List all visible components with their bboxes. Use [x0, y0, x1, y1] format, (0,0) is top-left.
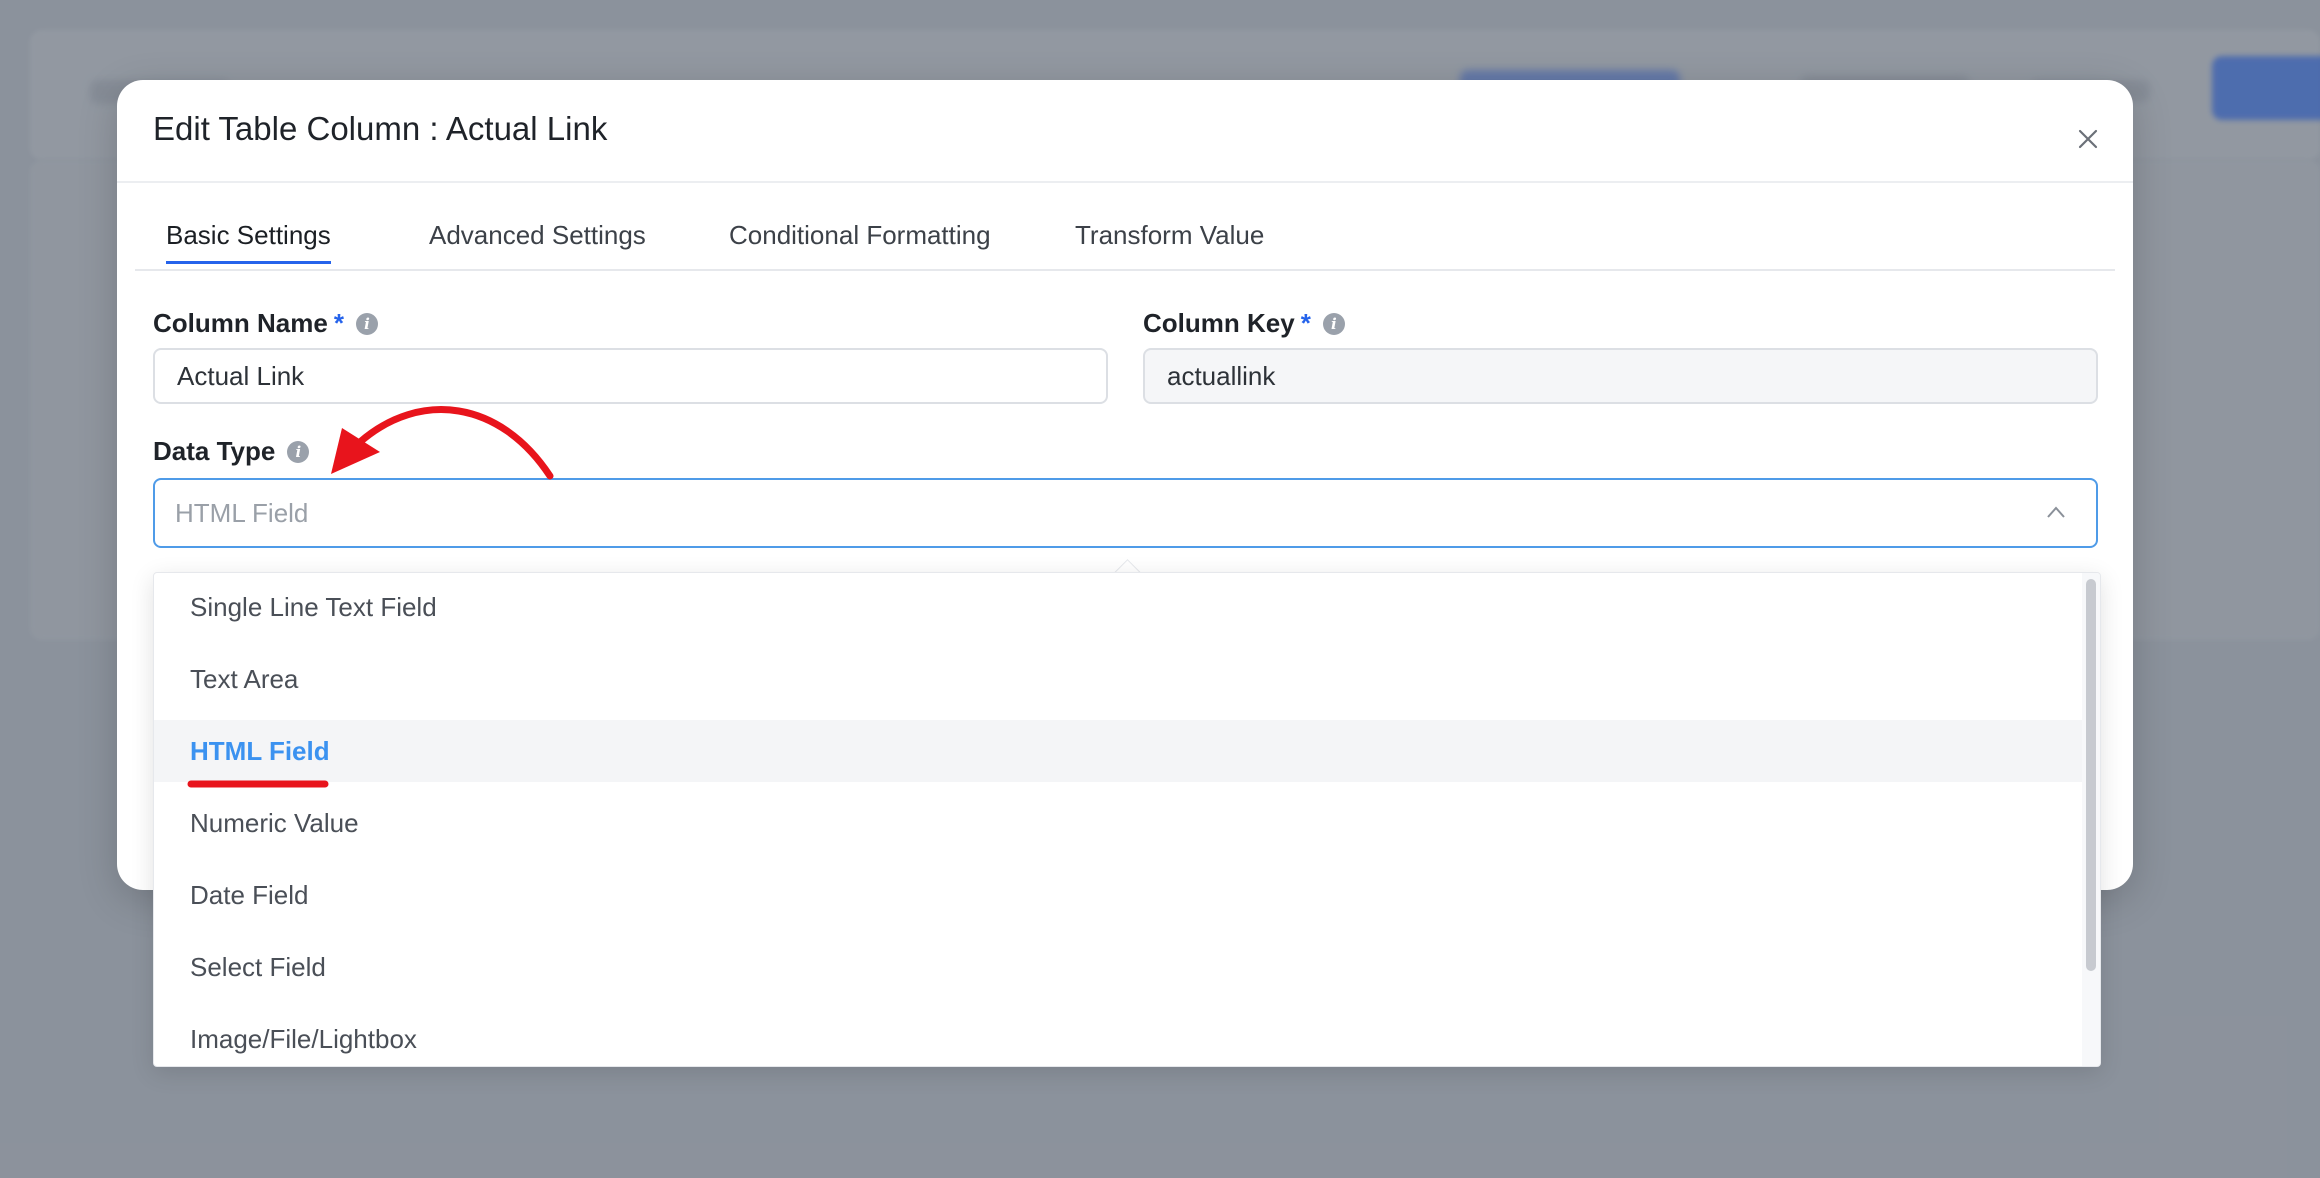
data-type-select[interactable]: HTML Field: [153, 478, 2098, 548]
data-type-selected-value: HTML Field: [175, 497, 309, 528]
info-icon[interactable]: i: [287, 440, 310, 463]
tab-divider: [135, 269, 2115, 271]
tab-transform-value[interactable]: Transform Value: [1075, 220, 1264, 251]
required-mark: *: [333, 308, 344, 338]
column-name-label: Column Name: [153, 308, 328, 338]
dropdown-scrollbar[interactable]: [2082, 573, 2100, 1066]
tab-bar: Basic Settings Advanced Settings Conditi…: [135, 80, 2115, 271]
info-icon[interactable]: i: [1322, 312, 1345, 335]
column-name-input[interactable]: Actual Link: [153, 348, 1108, 404]
chevron-up-icon: [2047, 506, 2065, 518]
dropdown-scroll-thumb[interactable]: [2086, 579, 2096, 971]
column-name-label-group: Column Name * i: [153, 308, 378, 339]
required-mark: *: [1300, 308, 1311, 338]
info-icon[interactable]: i: [355, 312, 378, 335]
option-text-area[interactable]: Text Area: [154, 648, 2082, 710]
column-key-label: Column Key: [1143, 308, 1295, 338]
data-type-dropdown: Single Line Text Field Text Area HTML Fi…: [153, 572, 2101, 1067]
tab-advanced-settings[interactable]: Advanced Settings: [429, 220, 646, 251]
data-type-label-group: Data Type i: [153, 436, 310, 467]
option-image-file-lightbox[interactable]: Image/File/Lightbox: [154, 1008, 2082, 1066]
option-select-field[interactable]: Select Field: [154, 936, 2082, 998]
option-single-line-text[interactable]: Single Line Text Field: [154, 576, 2082, 638]
option-numeric-value[interactable]: Numeric Value: [154, 792, 2082, 854]
option-html-field[interactable]: HTML Field: [154, 720, 2082, 782]
option-date-field[interactable]: Date Field: [154, 864, 2082, 926]
tab-basic-settings[interactable]: Basic Settings: [166, 220, 331, 264]
data-type-label: Data Type: [153, 436, 276, 466]
column-key-input[interactable]: actuallink: [1143, 348, 2098, 404]
tab-conditional-formatting[interactable]: Conditional Formatting: [729, 220, 991, 251]
column-key-label-group: Column Key * i: [1143, 308, 1345, 339]
